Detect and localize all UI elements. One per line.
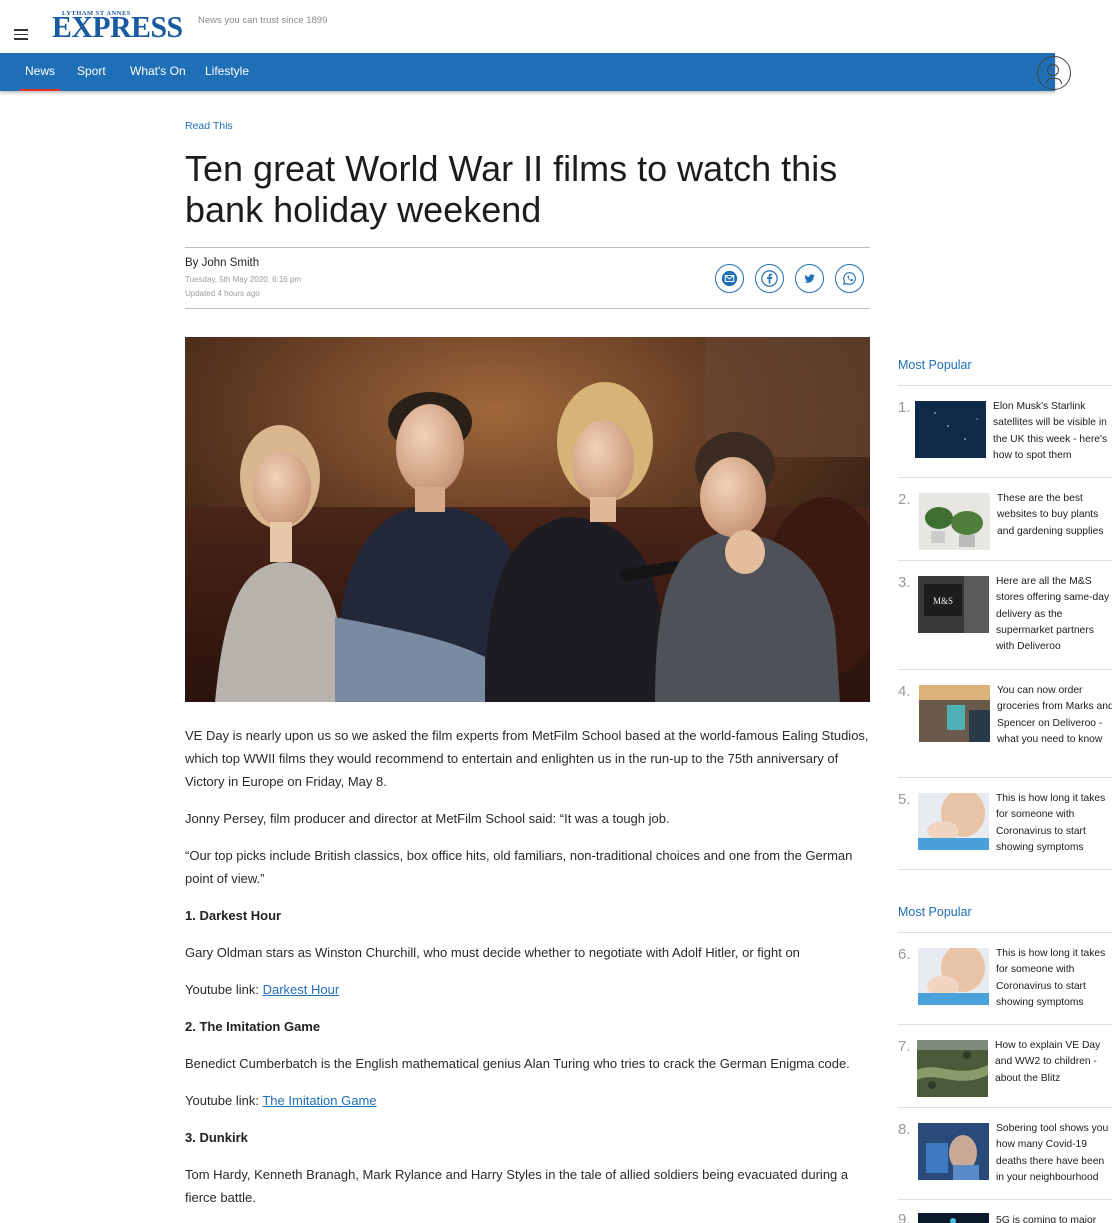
updated-time: Updated 4 hours ago <box>185 289 260 298</box>
paragraph: Tom Hardy, Kenneth Branagh, Mark Rylance… <box>185 1167 849 1205</box>
divider <box>898 869 1112 870</box>
article-author[interactable]: By John Smith <box>185 257 259 269</box>
thumbnail-image <box>915 401 986 458</box>
divider <box>898 669 1112 670</box>
divider <box>898 777 1112 778</box>
rank-number: 1. <box>898 399 911 416</box>
svg-text:M&S: M&S <box>933 596 953 606</box>
divider <box>898 932 1112 933</box>
rank-number: 3. <box>898 574 911 591</box>
article-headline: Ten great World War II films to watch th… <box>185 148 838 230</box>
youtube-link-line: Youtube link: Darkest Hour <box>185 978 870 1001</box>
share-facebook-icon[interactable] <box>755 264 784 293</box>
youtube-link-darkest-hour[interactable]: Darkest Hour <box>263 982 340 997</box>
rank-number: 6. <box>898 946 911 963</box>
divider <box>898 1024 1112 1025</box>
youtube-prefix: Youtube link: <box>185 982 263 997</box>
article-kicker[interactable]: Read This <box>185 120 233 132</box>
site-logo[interactable]: LYTHAM ST ANNES EXPRESS <box>52 9 183 44</box>
share-whatsapp-icon[interactable] <box>835 264 864 293</box>
film-heading: 2. The Imitation Game <box>185 1019 321 1034</box>
publish-date: Tuesday, 5th May 2020, 6:16 pm <box>185 275 302 284</box>
paragraph: Gary Oldman stars as Winston Churchill, … <box>185 945 800 960</box>
paragraph: Jonny Persey, film producer and director… <box>185 811 670 826</box>
item-title: How to explain VE Day and WW2 to childre… <box>995 1040 1101 1084</box>
divider <box>898 1107 1112 1108</box>
item-title: Sobering tool shows you how many Covid-1… <box>996 1123 1109 1183</box>
thumbnail-image <box>918 1123 989 1180</box>
thumbnail-image <box>919 685 990 742</box>
share-email-icon[interactable] <box>715 264 744 293</box>
nav-item-whats-on[interactable]: What's On <box>130 53 186 91</box>
divider <box>898 385 1112 386</box>
main-nav: News Sport What's On Lifestyle <box>0 53 1055 91</box>
paragraph: “Our top picks include British classics,… <box>185 848 853 886</box>
film-heading: 3. Dunkirk <box>185 1130 248 1145</box>
thumbnail-image <box>918 1213 989 1223</box>
divider <box>898 477 1112 478</box>
rank-number: 9. <box>898 1211 911 1223</box>
nav-item-news[interactable]: News <box>19 53 61 91</box>
paragraph: VE Day is nearly upon us so we asked the… <box>185 728 869 789</box>
hero-image <box>185 337 870 702</box>
youtube-link-imitation-game[interactable]: The Imitation Game <box>262 1093 376 1108</box>
rank-number: 8. <box>898 1121 911 1138</box>
divider <box>898 1199 1112 1200</box>
account-icon[interactable] <box>1037 56 1071 90</box>
logo-main-text: EXPRESS <box>52 9 183 44</box>
item-title: This is how long it takes for someone wi… <box>996 793 1106 853</box>
thumbnail-image <box>917 1040 988 1097</box>
item-title: These are the best websites to buy plant… <box>997 493 1104 537</box>
item-title: Elon Musk's Starlink satellites will be … <box>993 401 1108 461</box>
nav-item-lifestyle[interactable]: Lifestyle <box>205 53 249 91</box>
nav-item-sport[interactable]: Sport <box>77 53 106 91</box>
rank-number: 7. <box>898 1038 911 1055</box>
item-title: You can now order groceries from Marks a… <box>997 685 1112 745</box>
masthead: LYTHAM ST ANNES EXPRESS News you can tru… <box>0 0 1112 53</box>
site-tagline: News you can trust since 1899 <box>198 15 328 26</box>
thumbnail-image <box>919 493 990 550</box>
item-title: This is how long it takes for someone wi… <box>996 948 1106 1008</box>
divider <box>898 560 1112 561</box>
youtube-link-line: Youtube link: The Imitation Game <box>185 1089 870 1112</box>
item-title: 5G is coming to major <box>996 1215 1097 1223</box>
rank-number: 5. <box>898 791 911 808</box>
youtube-prefix: Youtube link: <box>185 1093 263 1108</box>
thumbnail-image: M&S <box>918 576 989 633</box>
thumbnail-image <box>918 793 989 850</box>
rank-number: 2. <box>898 491 911 508</box>
share-twitter-icon[interactable] <box>795 264 824 293</box>
film-heading: 1. Darkest Hour <box>185 908 282 923</box>
rank-number: 4. <box>898 683 911 700</box>
item-title: Here are all the M&S stores offering sam… <box>996 576 1110 653</box>
most-popular-heading: Most Popular <box>898 905 972 919</box>
article-body: VE Day is nearly upon us so we asked the… <box>185 724 870 1223</box>
thumbnail-image <box>918 948 989 1005</box>
paragraph: Benedict Cumberbatch is the English math… <box>185 1056 850 1071</box>
most-popular-heading: Most Popular <box>898 358 972 372</box>
hamburger-menu-icon[interactable] <box>14 29 28 40</box>
byline: By John Smith Tuesday, 5th May 2020, 6:1… <box>185 247 870 309</box>
